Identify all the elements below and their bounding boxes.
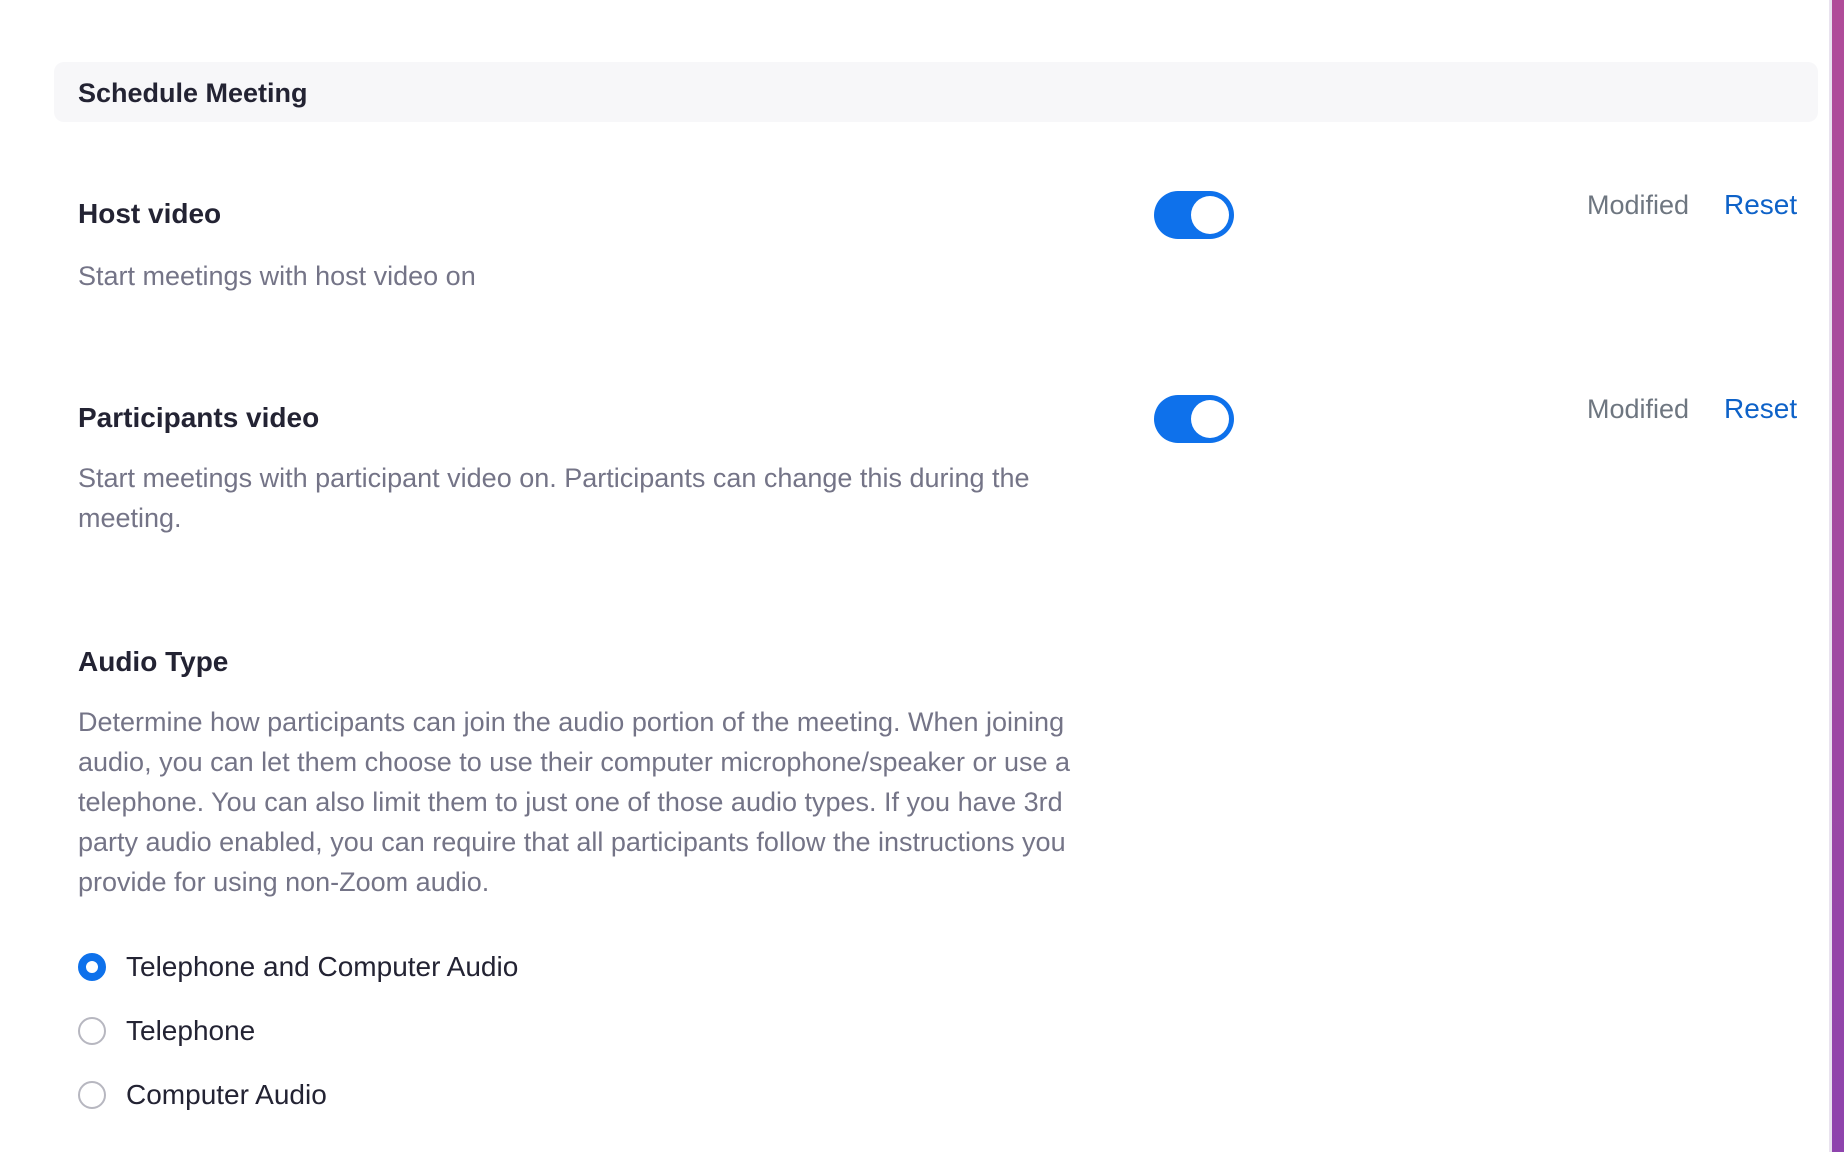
radio-unchecked-icon[interactable] [78, 1017, 106, 1045]
radio-unchecked-icon[interactable] [78, 1081, 106, 1109]
participants-video-description: Start meetings with participant video on… [78, 463, 1030, 533]
setting-host-video: Host video Start meetings with host vide… [78, 196, 1798, 296]
participants-video-title: Participants video [78, 402, 320, 433]
setting-participants-video: Participants video Start meetings with p… [78, 400, 1798, 538]
participants-video-modified-label: Modified [1587, 394, 1690, 424]
radio-option-telephone[interactable]: Telephone [78, 1011, 255, 1051]
radio-option-computer-audio[interactable]: Computer Audio [78, 1075, 327, 1115]
section-header: Schedule Meeting [54, 62, 1818, 122]
participants-video-toggle[interactable] [1154, 395, 1234, 443]
host-video-description: Start meetings with host video on [78, 261, 476, 291]
toggle-knob [1191, 196, 1229, 234]
section-title: Schedule Meeting [78, 78, 308, 108]
audio-type-description: Determine how participants can join the … [78, 707, 1071, 897]
toggle-knob [1191, 400, 1229, 438]
radio-label: Telephone and Computer Audio [126, 951, 519, 982]
desktop-background-edge [1832, 0, 1844, 1152]
host-video-modified-label: Modified [1587, 190, 1690, 220]
participants-video-reset-link[interactable]: Reset [1724, 393, 1797, 425]
radio-label: Computer Audio [126, 1079, 327, 1110]
radio-checked-icon[interactable] [78, 953, 106, 981]
host-video-reset-link[interactable]: Reset [1724, 189, 1797, 221]
host-video-toggle[interactable] [1154, 191, 1234, 239]
settings-page: Schedule Meeting Host video Start meetin… [0, 0, 1844, 1152]
radio-option-telephone-and-computer-audio[interactable]: Telephone and Computer Audio [78, 947, 518, 987]
audio-type-title: Audio Type [78, 646, 229, 677]
host-video-title: Host video [78, 198, 222, 229]
setting-audio-type: Audio Type Determine how participants ca… [78, 644, 1798, 902]
radio-label: Telephone [126, 1015, 256, 1046]
